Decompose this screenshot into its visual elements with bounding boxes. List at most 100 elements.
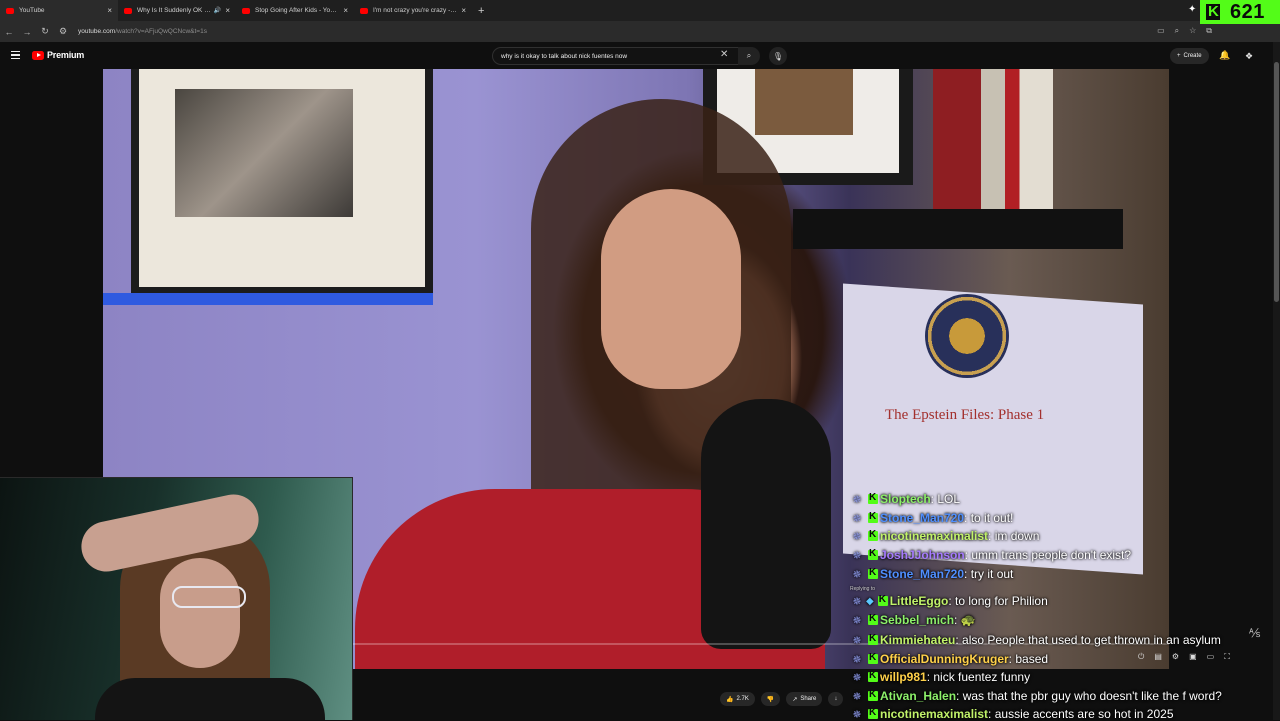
subscriber-badge-icon: ✵ <box>852 595 862 608</box>
chat-message: ✵ Stone_Man720 : to it out! <box>848 511 1013 525</box>
subscriber-badge-icon: ✵ <box>852 614 862 627</box>
chat-text: : im down <box>988 529 1040 543</box>
kick-badge-icon <box>868 548 878 560</box>
logo-label: Premium <box>47 50 85 60</box>
page-scrollbar[interactable] <box>1273 42 1280 720</box>
address-bar-actions: ▭ ⌕ ☆ ⧉ <box>1157 26 1212 36</box>
thumbs-up-icon: 👍 <box>726 696 734 703</box>
avatar[interactable]: ❖ <box>1245 51 1257 61</box>
chat-text: : was that the pbr guy who doesn't like … <box>956 689 1222 703</box>
chat-message: ✵ ◆ LittleEggo : to long for Philion <box>848 594 1048 608</box>
wall-photo-frame <box>131 69 433 299</box>
chat-text: : based <box>1008 652 1049 666</box>
like-button[interactable]: 👍 2.7K <box>720 692 755 706</box>
chat-text: : to long for Philion <box>948 594 1048 608</box>
subscriber-badge-icon: ✵ <box>852 549 862 562</box>
kick-badge-icon <box>868 689 878 701</box>
microphone-icon[interactable]: 🎙 <box>769 47 787 65</box>
reload-icon[interactable]: ↻ <box>36 26 54 37</box>
plus-icon: + <box>1177 53 1181 59</box>
kick-badge-icon <box>868 707 878 719</box>
kick-badge-icon <box>868 670 878 682</box>
download-icon: ↓ <box>834 696 838 702</box>
share-button[interactable]: ↗ Share <box>786 692 823 706</box>
chat-message: ✵ nicotinemaximalist : aussie accents ar… <box>848 707 1173 721</box>
bookmark-star-icon[interactable]: ☆ <box>1189 26 1196 36</box>
chat-username: Stone_Man720 <box>880 567 965 581</box>
subscriber-badge-icon: ✵ <box>852 634 862 647</box>
speaker-icon[interactable]: 🔊 <box>214 7 221 14</box>
search-icon[interactable]: ⌕ <box>738 47 760 65</box>
tab-close-icon[interactable]: × <box>461 6 466 15</box>
chat-message: ✵ Sloptech : LOL <box>848 492 960 506</box>
chat-message: ✵ OfficialDunningKruger : based <box>848 652 1048 666</box>
download-button[interactable]: ↓ <box>828 692 844 706</box>
new-tab-icon[interactable]: + <box>478 5 484 17</box>
subscriber-badge-icon: ✵ <box>852 512 862 525</box>
youtube-favicon-icon <box>6 7 14 14</box>
settings-gear-icon[interactable]: ⚙ <box>1172 652 1179 662</box>
video-actions: 👍 2.7K 👎 ↗ Share ↓ <box>720 692 844 706</box>
subscriber-badge-icon: ✵ <box>852 493 862 506</box>
chat-message: ✵ Stone_Man720 : try it out <box>848 567 1013 581</box>
chat-message: ✵ Kimmiehateu : also People that used to… <box>848 633 1220 647</box>
browser-tab[interactable]: Stop Going After Kids - YouTube × <box>236 0 354 21</box>
search-input[interactable]: why is it okay to talk about nick fuente… <box>492 47 740 65</box>
chat-message: ✵ nicotinemaximalist : im down <box>848 529 1039 543</box>
youtube-favicon-icon <box>242 7 250 14</box>
share-icon: ↗ <box>792 696 798 703</box>
extensions-icon[interactable]: ⧉ <box>1206 26 1212 36</box>
hamburger-menu-icon[interactable] <box>11 51 20 59</box>
glasses <box>172 586 246 608</box>
dislike-button[interactable]: 👎 <box>760 692 781 706</box>
subscriber-badge-icon: ✵ <box>852 671 862 684</box>
create-label: Create <box>1183 53 1202 59</box>
reply-indicator: Replying to <box>850 586 876 592</box>
zoom-icon[interactable]: ⌕ <box>1175 26 1179 36</box>
create-button[interactable]: + Create <box>1170 48 1209 64</box>
site-info-icon[interactable]: ⚙ <box>54 26 72 37</box>
youtube-header: Premium why is it okay to talk about nic… <box>0 42 1280 70</box>
subscriber-badge-icon: ✵ <box>852 653 862 666</box>
browser-tab[interactable]: I'm not crazy you're crazy - YouT × <box>354 0 472 21</box>
back-icon[interactable]: ← <box>0 27 18 37</box>
tab-close-icon[interactable]: × <box>343 6 348 15</box>
chat-text: : umm trans people don't exist? <box>964 548 1132 562</box>
player-controls: ⏻ ▤ ⚙ ▣ ▭ ⛶ <box>1138 652 1230 662</box>
miniplayer-icon[interactable]: ▣ <box>1189 652 1197 662</box>
forward-icon[interactable]: → <box>18 27 36 37</box>
streamer-webcam <box>0 477 353 720</box>
url-field[interactable]: youtube.com/watch?v=AFjuQwQCNcw&t=1s <box>78 28 207 35</box>
autoplay-toggle-icon[interactable]: ⏻ <box>1138 652 1144 662</box>
bookshelf <box>933 69 1053 211</box>
chat-username: Ativan_Halen <box>880 689 957 703</box>
captions-icon[interactable]: ▤ <box>1154 652 1162 662</box>
youtube-favicon-icon <box>360 7 368 14</box>
notifications-bell-icon[interactable]: 🔔 <box>1219 50 1230 61</box>
address-bar: ← → ↻ ⚙ youtube.com/watch?v=AFjuQwQCNcw&… <box>0 21 1280 42</box>
chat-message: ✵ Sebbel_mich : 🐢 <box>848 613 975 627</box>
chat-text: : try it out <box>964 567 1014 581</box>
chat-username: OfficialDunningKruger <box>880 652 1009 666</box>
browser-tab-strip: YouTube × Why Is It Suddenly OK to Talk … <box>0 0 1280 21</box>
kick-badge-icon <box>868 633 878 645</box>
browser-tab[interactable]: YouTube × <box>0 0 118 21</box>
chat-username: nicotinemaximalist <box>880 529 989 543</box>
tab-close-icon[interactable]: × <box>107 6 112 15</box>
theater-mode-icon[interactable]: ▭ <box>1207 652 1215 662</box>
chat-text: : to it out! <box>964 511 1014 525</box>
tab-close-icon[interactable]: × <box>225 6 230 15</box>
fullscreen-icon[interactable]: ⛶ <box>1224 652 1230 662</box>
scrollbar-thumb[interactable] <box>1274 62 1279 302</box>
clear-search-icon[interactable]: ✕ <box>720 49 728 60</box>
tab-title: Why Is It Suddenly OK to Talk <box>137 7 211 14</box>
chat-username: Sebbel_mich <box>880 613 955 627</box>
url-path: /watch?v=AFjuQwQCNcw&t=1s <box>115 28 207 35</box>
youtube-play-icon <box>32 50 44 60</box>
tab-title: Stop Going After Kids - YouTube <box>255 7 340 14</box>
cast-icon[interactable]: ▭ <box>1157 26 1165 36</box>
browser-tab[interactable]: Why Is It Suddenly OK to Talk 🔊 × <box>118 0 236 21</box>
youtube-logo[interactable]: Premium <box>32 50 84 60</box>
chat-message: ✵ JoshJJohnson : umm trans people don't … <box>848 548 1131 562</box>
podcast-microphone <box>701 399 831 649</box>
